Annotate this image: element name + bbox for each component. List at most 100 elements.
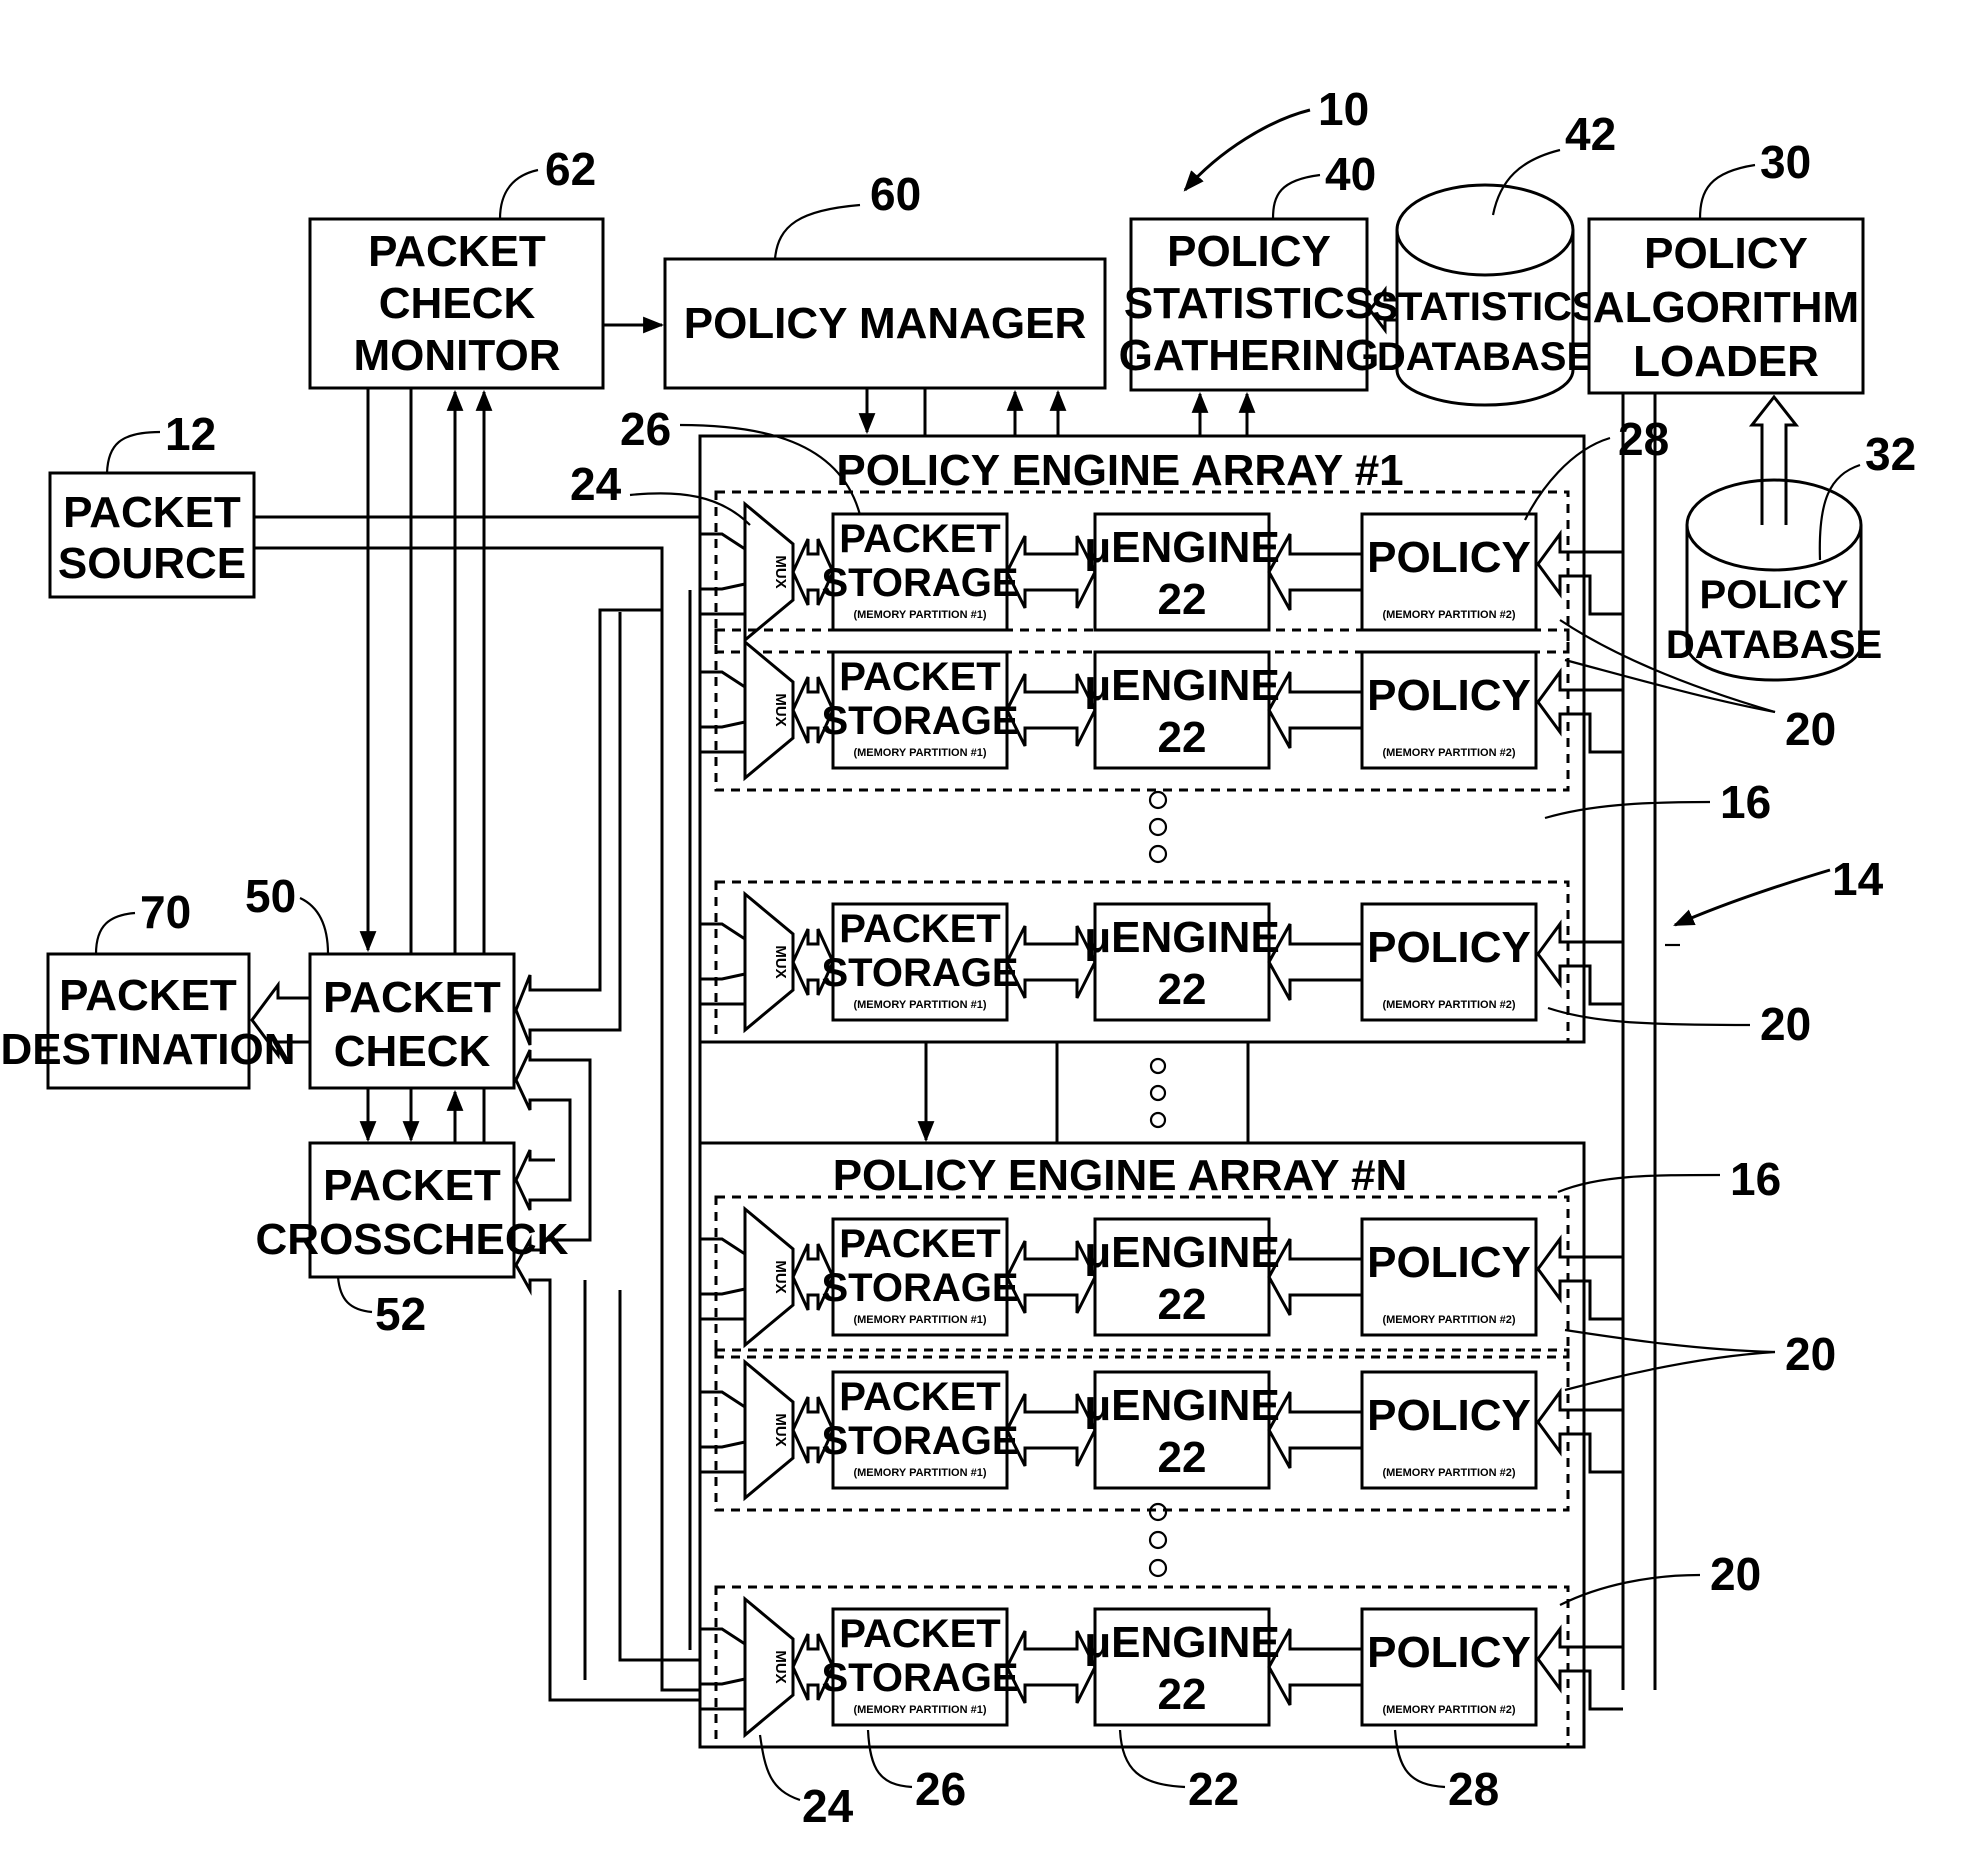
policy-partition: (MEMORY PARTITION #2) bbox=[1382, 999, 1515, 1011]
ref-14-arrow bbox=[1673, 868, 1831, 927]
policy-statistics-gathering-block: POLICY STATISTICS GATHERING 40 bbox=[1119, 148, 1380, 392]
packet-storage-line-2: STORAGE bbox=[821, 951, 1018, 995]
engine-row: MUX PACKETSTORAGE (MEMORY PARTITION #1) μEN… bbox=[700, 490, 1623, 654]
stats-gathering-line-2: STATISTICS bbox=[1124, 279, 1374, 328]
system-ref-arrow bbox=[1183, 108, 1311, 192]
policy-manager-label: POLICY MANAGER bbox=[684, 299, 1087, 348]
uengine-number: 22 bbox=[1158, 965, 1207, 1014]
packet-storage-line-1: PACKET bbox=[839, 1375, 1000, 1419]
loader-line-2: ALGORITHM bbox=[1593, 283, 1859, 332]
packet-check-monitor-line-3: MONITOR bbox=[354, 331, 561, 380]
packet-check-monitor-block: PACKET CHECK MONITOR 62 bbox=[308, 143, 605, 390]
array-title: POLICY ENGINE ARRAY #N bbox=[833, 1151, 1408, 1200]
mux-label: MUX bbox=[772, 1413, 789, 1446]
policy-label: POLICY bbox=[1367, 923, 1531, 972]
stats-gathering-line-1: POLICY bbox=[1167, 227, 1331, 276]
ref-50: 50 bbox=[245, 870, 296, 922]
ref-20-a: 20 bbox=[1785, 703, 1836, 755]
policy-partition: (MEMORY PARTITION #2) bbox=[1382, 1314, 1515, 1326]
packet-check-monitor-line-2: CHECK bbox=[379, 279, 536, 328]
ref-62: 62 bbox=[545, 143, 596, 195]
mux-label: MUX bbox=[772, 693, 789, 726]
packet-destination-line-2: DESTINATION bbox=[1, 1025, 296, 1074]
engine-row: MUX PACKETSTORAGE (MEMORY PARTITION #1) μEN… bbox=[700, 1348, 1623, 1512]
packet-storage-line-1: PACKET bbox=[839, 907, 1000, 951]
packet-crosscheck-block: PACKET CROSSCHECK 52 bbox=[256, 1141, 569, 1340]
policy-db-line-2: DATABASE bbox=[1666, 623, 1882, 667]
uengine-label: μENGINE bbox=[1084, 1618, 1280, 1667]
packet-source-block: PACKET SOURCE 12 bbox=[48, 408, 256, 599]
engine-row: MUX PACKETSTORAGE (MEMORY PARTITION #1) μEN… bbox=[700, 628, 1623, 792]
ref-70: 70 bbox=[140, 886, 191, 938]
uengine-label: μENGINE bbox=[1084, 661, 1280, 710]
loader-line-3: LOADER bbox=[1633, 337, 1819, 386]
policy-partition: (MEMORY PARTITION #2) bbox=[1382, 1467, 1515, 1479]
ref-28-top: 28 bbox=[1618, 413, 1669, 465]
packet-storage-line-2: STORAGE bbox=[821, 1419, 1018, 1463]
packet-storage-line-1: PACKET bbox=[839, 655, 1000, 699]
packet-storage-line-1: PACKET bbox=[839, 517, 1000, 561]
packet-storage-line-2: STORAGE bbox=[821, 699, 1018, 743]
ref-20-c: 20 bbox=[1785, 1328, 1836, 1380]
ref-52: 52 bbox=[375, 1288, 426, 1340]
ref-24-top: 24 bbox=[570, 458, 622, 510]
packet-destination-line-1: PACKET bbox=[59, 971, 237, 1020]
packet-storage-partition: (MEMORY PARTITION #1) bbox=[853, 1704, 986, 1716]
mux-label: MUX bbox=[772, 945, 789, 978]
ref-28-bottom: 28 bbox=[1448, 1763, 1499, 1815]
policy-label: POLICY bbox=[1367, 533, 1531, 582]
policy-partition: (MEMORY PARTITION #2) bbox=[1382, 1704, 1515, 1716]
policy-db-line-1: POLICY bbox=[1700, 573, 1849, 617]
ref-40: 40 bbox=[1325, 148, 1376, 200]
ref-14: 14 bbox=[1832, 853, 1884, 905]
engine-row: MUX PACKETSTORAGE (MEMORY PARTITION #1) μEN… bbox=[700, 880, 1623, 1044]
ref-10: 10 bbox=[1318, 83, 1369, 135]
source-bus-bottom bbox=[254, 546, 742, 1692]
statistics-db-line-2: DATABASE bbox=[1377, 335, 1593, 379]
ref-26-top: 26 bbox=[620, 403, 671, 455]
engine-row: MUX PACKETSTORAGE (MEMORY PARTITION #1) μEN… bbox=[700, 1585, 1623, 1749]
packet-crosscheck-line-1: PACKET bbox=[323, 1161, 501, 1210]
packet-storage-line-1: PACKET bbox=[839, 1612, 1000, 1656]
uengine-label: μENGINE bbox=[1084, 1228, 1280, 1277]
packet-source-line-1: PACKET bbox=[63, 488, 241, 537]
uengine-number: 22 bbox=[1158, 1670, 1207, 1719]
stats-gathering-line-3: GATHERING bbox=[1119, 331, 1380, 380]
packet-storage-line-2: STORAGE bbox=[821, 1266, 1018, 1310]
packet-source-line-2: SOURCE bbox=[58, 539, 246, 588]
uengine-number: 22 bbox=[1158, 713, 1207, 762]
ref-32: 32 bbox=[1865, 428, 1916, 480]
policy-engine-array-n: POLICY ENGINE ARRAY #NMUXPACKETSTORAGE(M… bbox=[698, 1141, 1623, 1749]
ref-60: 60 bbox=[870, 168, 921, 220]
policy-manager-block: POLICY MANAGER 60 bbox=[663, 168, 1107, 390]
ref-42: 42 bbox=[1565, 108, 1616, 160]
policy-partition: (MEMORY PARTITION #2) bbox=[1382, 609, 1515, 621]
packet-storage-partition: (MEMORY PARTITION #1) bbox=[853, 747, 986, 759]
uengine-number: 22 bbox=[1158, 1433, 1207, 1482]
statistics-database-cylinder: STATISTICS DATABASE 42 bbox=[1371, 108, 1616, 407]
ref-26-bottom: 26 bbox=[915, 1763, 966, 1815]
uengine-label: μENGINE bbox=[1084, 913, 1280, 962]
ref-22-bottom: 22 bbox=[1188, 1763, 1239, 1815]
packet-check-line-2: CHECK bbox=[334, 1027, 491, 1076]
ref-30: 30 bbox=[1760, 136, 1811, 188]
packet-storage-partition: (MEMORY PARTITION #1) bbox=[853, 1314, 986, 1326]
ref-20-d: 20 bbox=[1710, 1548, 1761, 1600]
ref-24-bottom: 24 bbox=[802, 1780, 854, 1832]
statistics-db-line-1: STATISTICS bbox=[1371, 285, 1598, 329]
uengine-number: 22 bbox=[1158, 1280, 1207, 1329]
policy-label: POLICY bbox=[1367, 671, 1531, 720]
ref-12: 12 bbox=[165, 408, 216, 460]
ref-20-b: 20 bbox=[1760, 998, 1811, 1050]
policy-database-cylinder: POLICY DATABASE 32 bbox=[1666, 428, 1916, 682]
policy-algorithm-loader-block: POLICY ALGORITHM LOADER 30 bbox=[1587, 136, 1865, 395]
policy-label: POLICY bbox=[1367, 1391, 1531, 1440]
mux-label: MUX bbox=[772, 555, 789, 588]
packet-storage-partition: (MEMORY PARTITION #1) bbox=[853, 999, 986, 1011]
policy-engine-array-1: POLICY ENGINE ARRAY #1MUXPACKETSTORAGE(M… bbox=[698, 434, 1623, 1044]
uengine-label: μENGINE bbox=[1084, 1381, 1280, 1430]
packet-storage-partition: (MEMORY PARTITION #1) bbox=[853, 1467, 986, 1479]
uengine-number: 22 bbox=[1158, 575, 1207, 624]
policy-label: POLICY bbox=[1367, 1238, 1531, 1287]
ref-16-b: 16 bbox=[1730, 1153, 1781, 1205]
